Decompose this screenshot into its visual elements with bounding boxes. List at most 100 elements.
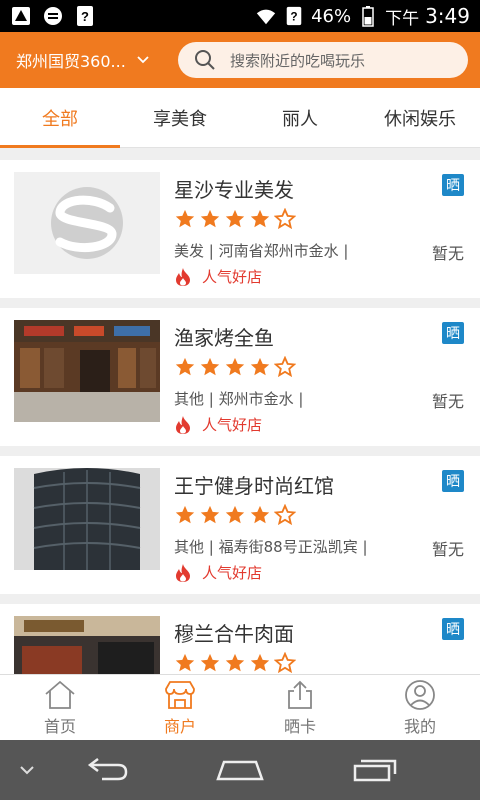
shop-thumbnail bbox=[14, 616, 160, 674]
city-selector[interactable]: 郑州国贸360... bbox=[16, 48, 166, 72]
nav-share-card[interactable]: 晒卡 bbox=[240, 675, 360, 740]
shop-name: 渔家烤全鱼 bbox=[174, 326, 274, 350]
shop-address: 福寿街88号正泓凯宾 bbox=[218, 538, 358, 556]
shop-card[interactable]: 王宁健身时尚红馆 晒 其他 | 福寿街88号正泓凯宾 | 暂无 人气好店 bbox=[0, 456, 480, 594]
hot-label: 人气好店 bbox=[202, 268, 263, 286]
share-badge[interactable]: 晒 bbox=[442, 470, 464, 492]
hot-label: 人气好店 bbox=[202, 564, 263, 582]
recents-button[interactable] bbox=[320, 758, 430, 782]
bottom-nav: 首页 商户 晒卡 我的 bbox=[0, 674, 480, 740]
star-filled-icon bbox=[200, 357, 220, 376]
shop-price: 暂无 bbox=[431, 244, 464, 263]
star-empty-icon bbox=[274, 208, 296, 230]
shop-category: 其他 bbox=[174, 390, 205, 408]
star-filled-icon bbox=[175, 209, 195, 228]
app-header: 郑州国贸360... 搜索附近的吃喝玩乐 bbox=[0, 32, 480, 88]
share-badge[interactable]: 晒 bbox=[442, 322, 464, 344]
tab-all[interactable]: 全部 bbox=[0, 88, 120, 148]
rating-stars bbox=[174, 356, 296, 378]
tab-beauty[interactable]: 丽人 bbox=[240, 88, 360, 147]
nav-profile[interactable]: 我的 bbox=[360, 675, 480, 740]
svg-text:?: ? bbox=[81, 9, 89, 24]
nav-share-label: 晒卡 bbox=[283, 716, 316, 736]
tab-food[interactable]: 享美食 bbox=[120, 88, 240, 147]
shop-name: 穆兰合牛肉面 bbox=[174, 622, 294, 646]
back-icon bbox=[87, 758, 128, 781]
sync-icon bbox=[42, 5, 64, 27]
unknown-sim-icon: ? bbox=[74, 5, 96, 27]
nav-profile-label: 我的 bbox=[403, 716, 436, 736]
svg-text:?: ? bbox=[290, 10, 297, 24]
star-filled-icon bbox=[200, 505, 220, 524]
tab-leisure[interactable]: 休闲娱乐 bbox=[360, 88, 480, 147]
share-badge[interactable]: 晒 bbox=[442, 174, 464, 196]
rating-stars bbox=[174, 208, 296, 230]
shop-name: 星沙专业美发 bbox=[174, 178, 294, 202]
collapse-button[interactable] bbox=[0, 765, 54, 775]
rating-stars bbox=[174, 504, 296, 526]
shop-thumbnail bbox=[14, 172, 160, 274]
star-empty-icon bbox=[274, 652, 296, 674]
store-icon bbox=[165, 680, 195, 709]
shop-name: 王宁健身时尚红馆 bbox=[174, 474, 334, 498]
profile-icon bbox=[405, 679, 435, 710]
star-empty-icon bbox=[274, 356, 296, 378]
share-badge[interactable]: 晒 bbox=[442, 618, 464, 640]
hot-tag: 人气好店 bbox=[174, 266, 262, 287]
city-label: 郑州国贸360... bbox=[16, 52, 126, 71]
search-icon bbox=[195, 50, 215, 70]
shop-meta: 美发 | 河南省郑州市金水 | bbox=[174, 242, 349, 260]
shop-price: 暂无 bbox=[431, 392, 464, 411]
shop-address: 郑州市金水 bbox=[218, 390, 294, 408]
shop-card[interactable]: 穆兰合牛肉面 晒 bbox=[0, 604, 480, 674]
star-empty-icon bbox=[274, 504, 296, 526]
back-button[interactable] bbox=[54, 757, 160, 783]
star-filled-icon bbox=[175, 357, 195, 376]
share-icon bbox=[288, 680, 312, 709]
shop-price: 暂无 bbox=[431, 540, 464, 559]
star-filled-icon bbox=[250, 357, 270, 376]
nav-store-label: 商户 bbox=[163, 716, 196, 736]
hot-tag: 人气好店 bbox=[174, 562, 262, 583]
chevron-down-icon bbox=[137, 56, 149, 64]
search-input[interactable]: 搜索附近的吃喝玩乐 bbox=[178, 42, 468, 78]
star-filled-icon bbox=[250, 505, 270, 524]
star-filled-icon bbox=[250, 209, 270, 228]
shop-meta: 其他 | 郑州市金水 | bbox=[174, 390, 304, 408]
warning-icon bbox=[10, 5, 32, 27]
shop-address: 河南省郑州市金水 bbox=[218, 242, 339, 260]
battery-icon bbox=[357, 5, 379, 27]
star-filled-icon bbox=[250, 653, 270, 672]
category-tabs: 全部 享美食 丽人 休闲娱乐 bbox=[0, 88, 480, 148]
sim-icon: ? bbox=[283, 5, 305, 27]
fire-icon bbox=[176, 415, 190, 434]
shop-category: 其他 bbox=[174, 538, 205, 556]
rating-stars bbox=[174, 652, 296, 674]
clock: 3:49 bbox=[425, 4, 470, 28]
star-filled-icon bbox=[225, 209, 245, 228]
shop-thumbnail bbox=[14, 468, 160, 570]
status-bar: ? ? 46% 下午 3:49 bbox=[0, 0, 480, 32]
chevron-down-icon bbox=[20, 766, 34, 775]
battery-percent: 46% bbox=[311, 5, 352, 27]
shop-category: 美发 bbox=[174, 242, 205, 260]
fire-icon bbox=[176, 267, 190, 286]
home-icon bbox=[45, 680, 75, 709]
star-filled-icon bbox=[175, 505, 195, 524]
hot-label: 人气好店 bbox=[202, 416, 263, 434]
shop-list[interactable]: 星沙专业美发 晒 美发 | 河南省郑州市金水 | 暂无 人气好店 渔家烤全鱼 晒… bbox=[0, 160, 480, 674]
shop-card[interactable]: 渔家烤全鱼 晒 其他 | 郑州市金水 | 暂无 人气好店 bbox=[0, 308, 480, 446]
shop-thumbnail bbox=[14, 320, 160, 422]
hot-tag: 人气好店 bbox=[174, 414, 262, 435]
home-key-icon bbox=[216, 760, 264, 781]
home-button[interactable] bbox=[160, 759, 320, 781]
shop-card[interactable]: 星沙专业美发 晒 美发 | 河南省郑州市金水 | 暂无 人气好店 bbox=[0, 160, 480, 298]
star-filled-icon bbox=[200, 653, 220, 672]
star-filled-icon bbox=[225, 653, 245, 672]
star-filled-icon bbox=[225, 357, 245, 376]
nav-home[interactable]: 首页 bbox=[0, 675, 120, 740]
system-nav-bar bbox=[0, 740, 480, 800]
nav-store[interactable]: 商户 bbox=[120, 675, 240, 740]
time-period: 下午 bbox=[385, 8, 420, 29]
wifi-icon bbox=[255, 5, 277, 27]
